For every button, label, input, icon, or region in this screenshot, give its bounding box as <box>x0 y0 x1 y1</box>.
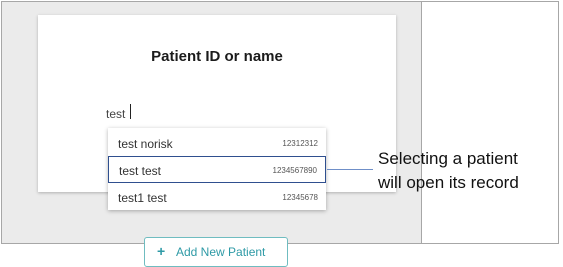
result-name: test norisk <box>118 137 173 151</box>
annotation-line-1: Selecting a patient <box>378 149 518 168</box>
result-id: 12312312 <box>282 139 318 148</box>
result-id: 12345678 <box>282 193 318 202</box>
plus-icon: + <box>157 243 166 259</box>
result-item[interactable]: test norisk 12312312 <box>108 130 326 157</box>
result-name: test1 test <box>118 191 167 205</box>
search-results-dropdown: test norisk 12312312 test test 123456789… <box>108 128 326 210</box>
add-new-patient-label: Add New Patient <box>176 245 266 259</box>
text-caret <box>130 104 131 119</box>
annotation-line-2: will open its record <box>378 173 519 192</box>
annotation-callout: Selecting a patient will open its record <box>378 147 558 195</box>
page-title: Patient ID or name <box>151 48 283 65</box>
search-input[interactable] <box>106 105 326 123</box>
result-id: 1234567890 <box>272 166 318 175</box>
result-item-selected[interactable]: test test 1234567890 <box>108 156 326 183</box>
result-name: test test <box>119 164 162 178</box>
add-new-patient-button[interactable]: + Add New Patient <box>144 237 288 267</box>
annotation-connector-line <box>327 169 373 170</box>
result-item[interactable]: test1 test 12345678 <box>108 184 326 211</box>
